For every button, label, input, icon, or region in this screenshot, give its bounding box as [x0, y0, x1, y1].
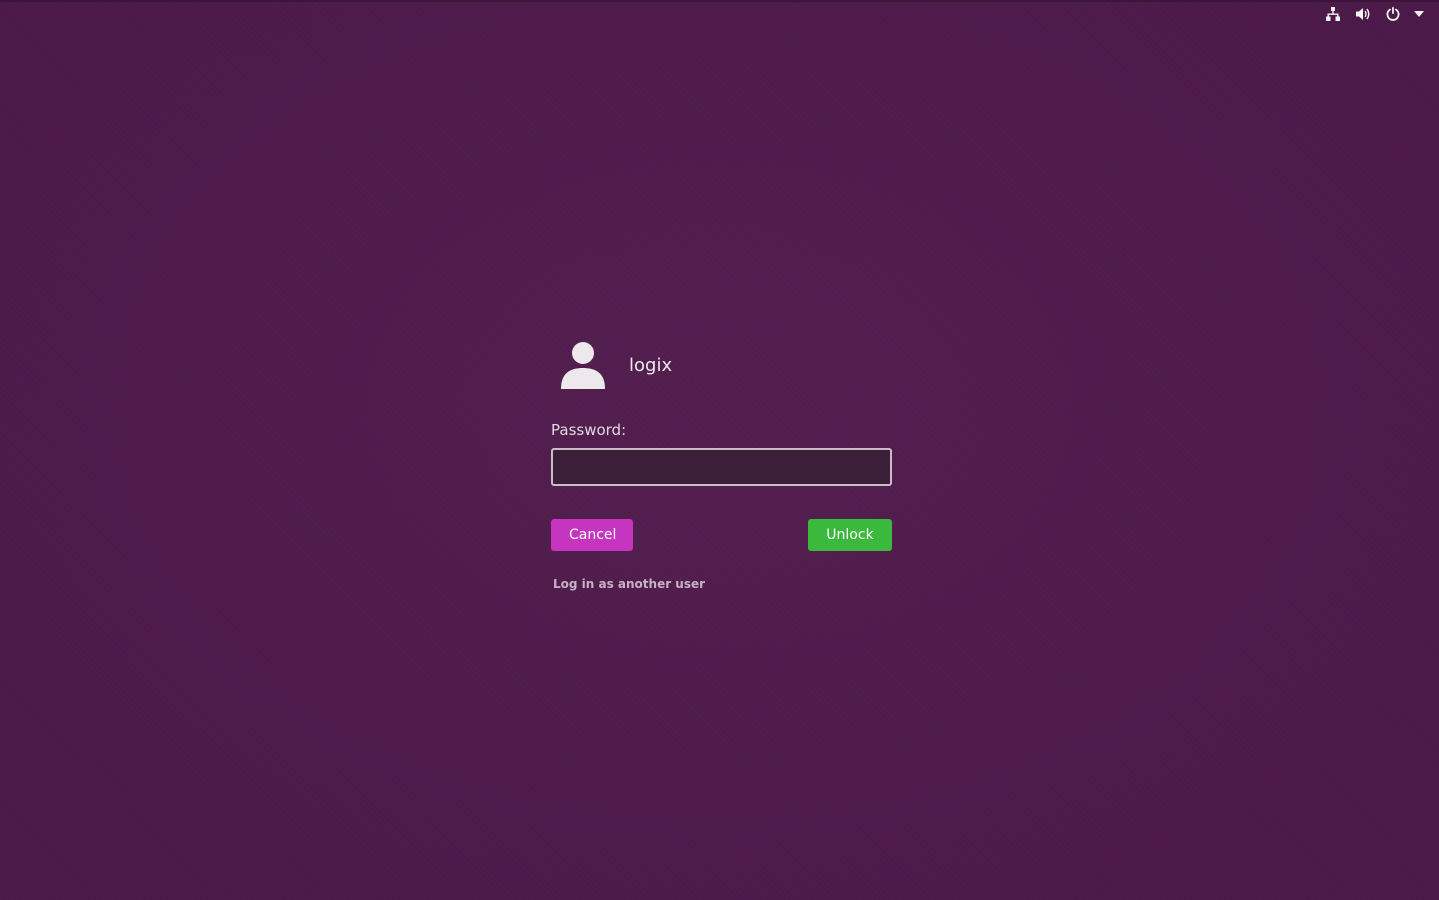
user-row: logix [551, 336, 892, 394]
username-label: logix [629, 354, 673, 376]
button-row: Cancel Unlock [551, 519, 892, 551]
password-input[interactable] [551, 448, 892, 486]
password-label: Password: [551, 421, 627, 439]
top-edge [0, 0, 1439, 2]
chevron-down-icon[interactable] [1413, 4, 1425, 24]
login-another-user-link[interactable]: Log in as another user [553, 577, 705, 591]
volume-icon[interactable] [1353, 4, 1373, 24]
unlock-button[interactable]: Unlock [808, 519, 892, 551]
cancel-button[interactable]: Cancel [551, 519, 633, 551]
user-avatar-icon [557, 339, 609, 391]
power-icon[interactable] [1383, 4, 1403, 24]
unlock-dialog: logix Password: Cancel Unlock Log in as … [551, 336, 892, 592]
network-icon[interactable] [1323, 4, 1343, 24]
top-panel-indicators [1323, 4, 1425, 24]
